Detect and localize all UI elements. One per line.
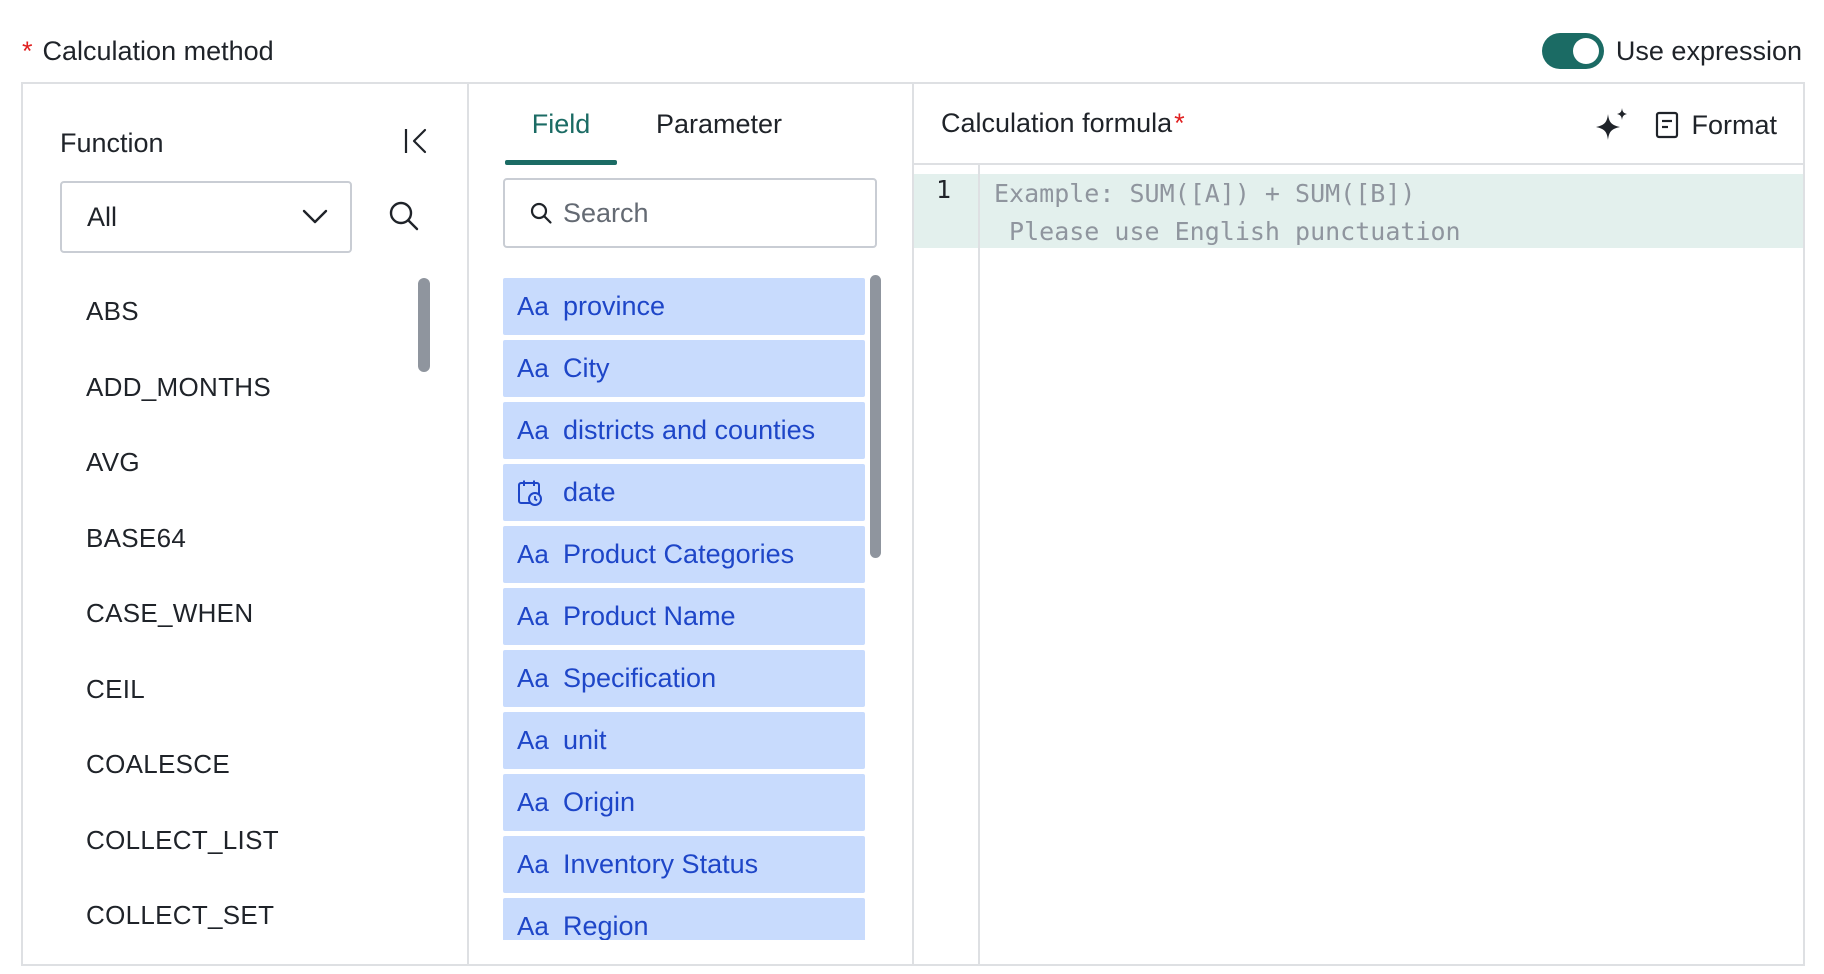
field-label: Origin [563, 787, 636, 817]
text-type-icon: Aa [517, 849, 549, 879]
chevron-down-icon [302, 209, 328, 224]
function-category-select[interactable]: All [60, 181, 352, 253]
tab-parameter[interactable]: Parameter [629, 84, 809, 165]
field-item[interactable]: Aa Product Categories [503, 526, 865, 583]
field-list: Aa province Aa City Aa districts and counties… [503, 278, 865, 940]
required-mark: * [22, 36, 33, 66]
function-panel-title: Function [60, 128, 164, 158]
search-icon [530, 202, 552, 224]
formula-actions: Format [1593, 106, 1777, 144]
use-expression-label: Use expression [1615, 35, 1802, 66]
sparkle-icon[interactable] [1593, 106, 1631, 144]
required-mark: * [1174, 108, 1185, 138]
field-item[interactable]: date [503, 464, 865, 521]
formula-title-text: Calculation formula [941, 108, 1173, 138]
field-label: unit [563, 725, 607, 755]
use-expression-toggle-group[interactable]: Use expression [1541, 33, 1802, 69]
field-label: Region [563, 911, 649, 940]
field-search-input[interactable] [563, 197, 863, 229]
function-item[interactable]: COLLECT_LIST [23, 803, 423, 879]
text-type-icon: Aa [517, 415, 549, 445]
field-panel: Field Parameter Aa province Aa City Aa distri… [469, 84, 914, 964]
formula-panel: Calculation formula* Format 1 Example: S… [914, 84, 1803, 964]
field-item[interactable]: Aa Specification [503, 650, 865, 707]
field-item[interactable]: Aa province [503, 278, 865, 335]
calculation-editor: Function All ABS ADD_MONTHS AVG BASE64 CASE_… [21, 82, 1805, 966]
field-item[interactable]: Aa Region [503, 898, 865, 940]
field-label: province [563, 291, 666, 321]
formula-title: Calculation formula* [941, 108, 1185, 139]
text-type-icon: Aa [517, 601, 549, 631]
function-item[interactable]: AVG [23, 425, 423, 501]
formula-header: Calculation formula* Format [914, 84, 1803, 165]
function-list-scrollbar[interactable] [418, 278, 430, 372]
toggle-knob [1572, 38, 1599, 64]
field-item[interactable]: Aa districts and counties [503, 402, 865, 459]
line-number-gutter [914, 165, 980, 964]
tab-field[interactable]: Field [505, 84, 617, 165]
text-type-icon: Aa [517, 663, 549, 693]
field-list-scrollbar[interactable] [870, 275, 881, 558]
function-item[interactable]: ADD_MONTHS [23, 350, 423, 426]
placeholder-line-2: Please use English punctuation [994, 217, 1461, 246]
calculation-method-text: Calculation method [42, 36, 274, 66]
function-item[interactable]: BASE64 [23, 501, 423, 577]
function-category-value: All [87, 201, 118, 232]
search-icon[interactable] [387, 199, 421, 233]
calculation-method-label: * Calculation method [22, 36, 274, 67]
format-button[interactable]: Format [1655, 110, 1777, 141]
text-type-icon: Aa [517, 725, 549, 755]
text-type-icon: Aa [517, 353, 549, 383]
text-type-icon: Aa [517, 291, 549, 321]
line-number: 1 [936, 175, 952, 204]
date-type-icon [517, 479, 549, 507]
field-label: Product Name [563, 601, 736, 631]
field-label: Product Categories [563, 539, 795, 569]
field-label: date [563, 477, 616, 507]
function-item[interactable]: COALESCE [23, 727, 423, 803]
field-label: districts and counties [563, 415, 816, 445]
function-item[interactable]: CASE_WHEN [23, 576, 423, 652]
field-item[interactable]: Aa City [503, 340, 865, 397]
field-search-box[interactable] [503, 178, 877, 248]
function-item[interactable]: ABS [23, 274, 423, 350]
field-parameter-tabs: Field Parameter [505, 84, 809, 165]
document-icon [1656, 111, 1679, 139]
function-item[interactable]: CEIL [23, 652, 423, 728]
function-panel: Function All ABS ADD_MONTHS AVG BASE64 CASE_… [23, 84, 469, 964]
text-type-icon: Aa [517, 539, 549, 569]
format-label: Format [1691, 109, 1777, 140]
field-label: Specification [563, 663, 717, 693]
function-list: ABS ADD_MONTHS AVG BASE64 CASE_WHEN CEIL COALE… [23, 274, 423, 954]
collapse-left-icon[interactable] [401, 126, 431, 156]
field-label: City [563, 353, 610, 383]
placeholder-line-1: Example: SUM([A]) + SUM([B]) [994, 179, 1416, 208]
use-expression-toggle[interactable] [1541, 33, 1604, 69]
field-item[interactable]: Aa Origin [503, 774, 865, 831]
field-item[interactable]: Aa Inventory Status [503, 836, 865, 893]
field-item[interactable]: Aa Product Name [503, 588, 865, 645]
text-type-icon: Aa [517, 911, 549, 940]
formula-editor[interactable]: 1 Example: SUM([A]) + SUM([B]) Please us… [914, 165, 1803, 964]
field-item[interactable]: Aa unit [503, 712, 865, 769]
text-type-icon: Aa [517, 787, 549, 817]
function-item[interactable]: COLLECT_SET [23, 878, 423, 954]
formula-placeholder: Example: SUM([A]) + SUM([B]) Please use … [994, 175, 1461, 251]
field-label: Inventory Status [563, 849, 759, 879]
